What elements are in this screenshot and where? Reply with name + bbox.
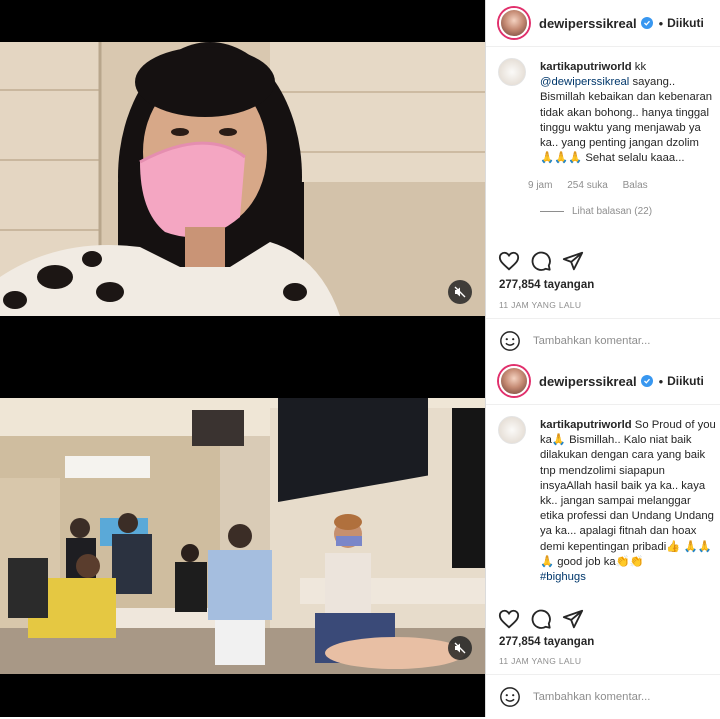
video-still-meeting-room [0,398,485,674]
comment-hashtag[interactable]: #bighugs [540,571,586,583]
view-count[interactable]: 277,854 tayangan [499,636,594,648]
comment-mention[interactable]: @dewiperssikreal [540,76,629,88]
comment-text-part: sayang.. Bismillah kebaikan dan kebenara… [540,76,713,165]
author-avatar[interactable] [499,366,529,396]
mute-toggle-button-2[interactable] [448,636,472,660]
following-button[interactable]: Diikuti [667,374,704,388]
post-timestamp: 11 JAM YANG LALU [499,656,582,666]
post-header-2: dewiperssikreal • Diikuti [486,358,720,405]
paper-plane-icon[interactable] [562,250,584,272]
separator-dot: • [658,15,664,31]
post-media-2 [0,358,485,717]
smiley-icon[interactable] [499,330,521,352]
following-button[interactable]: Diikuti [667,16,704,30]
commenter-username[interactable]: kartikaputriworld [540,419,632,431]
commenter-username[interactable]: kartikaputriworld [540,61,632,73]
heart-icon[interactable] [498,250,520,272]
comment-text: kartikaputriworld So Proud of you ka🙏 Bi… [540,418,716,585]
verified-badge-icon [640,375,653,387]
comment-likes[interactable]: 254 suka [567,180,608,191]
view-count[interactable]: 277,854 tayangan [499,279,594,291]
video-frame-2[interactable] [0,398,485,674]
add-comment-bar: Tambahkan komentar... [486,318,720,363]
comment-text-part: So Proud of you ka🙏 Bismillah.. Kalo nia… [540,419,716,568]
video-still-woman-pink-mask [0,42,485,316]
instagram-post-1: dewiperssikreal • Diikuti kartikaputriwo… [0,0,720,358]
post-media-1 [0,0,485,358]
heart-icon[interactable] [498,608,520,630]
comment-bubble-icon[interactable] [530,608,552,630]
post-actions-1 [498,250,584,272]
comment-bubble-icon[interactable] [530,250,552,272]
view-replies-label: Lihat balasan (22) [572,206,653,217]
comment-meta: 9 jam 254 suka Balas [528,180,660,191]
reply-button[interactable]: Balas [623,180,648,191]
video-frame-1[interactable] [0,42,485,316]
comment-text-part: kk [631,61,647,73]
paper-plane-icon[interactable] [562,608,584,630]
smiley-icon[interactable] [499,686,521,708]
speaker-muted-icon [454,286,466,298]
separator-dot: • [658,373,664,389]
author-username[interactable]: dewiperssikreal [539,374,637,389]
post-sidebar-1: dewiperssikreal • Diikuti kartikaputriwo… [485,0,720,358]
comment-time: 9 jam [528,180,553,191]
commenter-avatar[interactable] [498,416,526,444]
commenter-avatar[interactable] [498,58,526,86]
speaker-muted-icon [454,642,466,654]
post-sidebar-2: dewiperssikreal • Diikuti kartikaputriwo… [485,358,720,717]
verified-badge-icon [640,17,653,29]
author-avatar[interactable] [499,8,529,38]
post-timestamp: 11 JAM YANG LALU [499,300,582,310]
view-replies-button[interactable]: Lihat balasan (22) [540,206,652,217]
add-comment-input[interactable]: Tambahkan komentar... [533,335,650,347]
author-username[interactable]: dewiperssikreal [539,16,637,31]
post-actions-2 [498,608,584,630]
mute-toggle-button-1[interactable] [448,280,472,304]
post-header-1: dewiperssikreal • Diikuti [486,0,720,47]
add-comment-bar: Tambahkan komentar... [486,674,720,719]
instagram-post-2: dewiperssikreal • Diikuti kartikaputriwo… [0,358,720,717]
replies-divider [540,211,564,212]
comment-text: kartikaputriworld kk @dewiperssikreal sa… [540,60,716,166]
add-comment-input[interactable]: Tambahkan komentar... [533,691,650,703]
